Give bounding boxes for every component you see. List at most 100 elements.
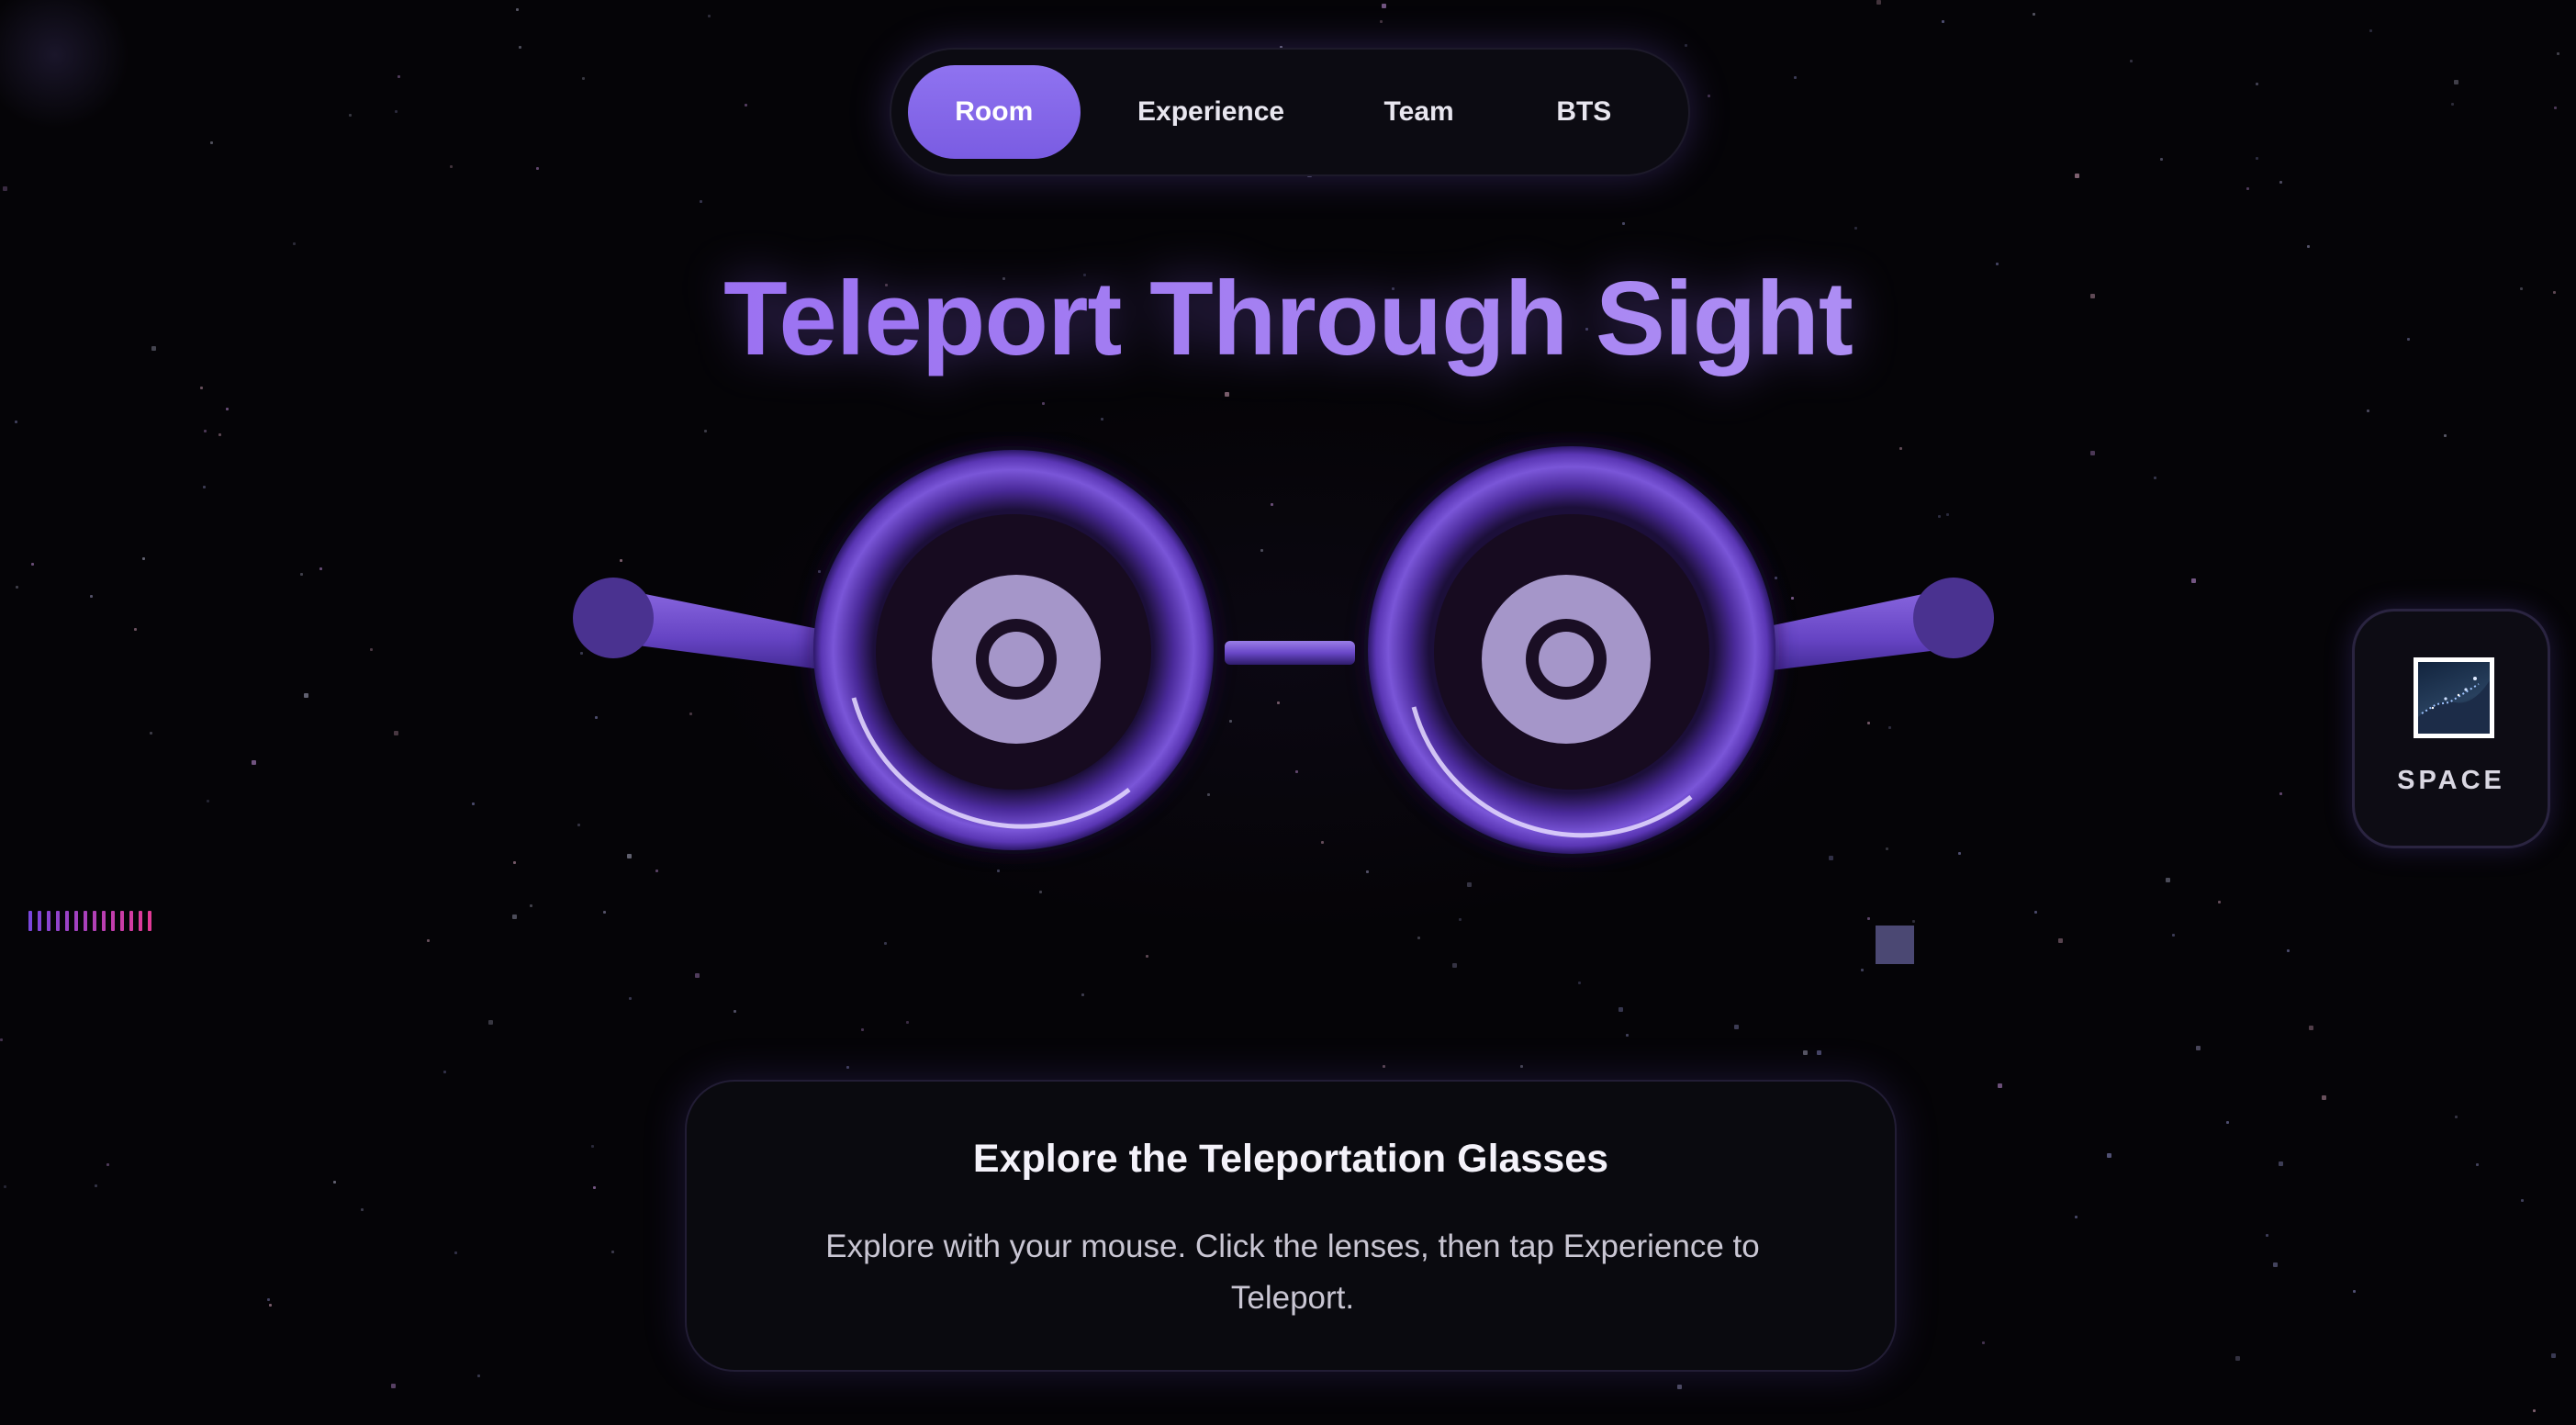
star <box>2107 1153 2111 1158</box>
star <box>2557 52 2559 55</box>
nav-tab-room[interactable]: Room <box>908 65 1081 159</box>
star <box>450 165 453 168</box>
star <box>2033 13 2035 16</box>
star <box>391 1384 396 1388</box>
star <box>395 110 398 113</box>
star <box>2369 29 2372 32</box>
star <box>200 387 203 389</box>
star <box>603 911 606 914</box>
teleportation-glasses <box>573 443 1994 858</box>
star <box>512 914 517 919</box>
star <box>90 595 93 598</box>
star <box>269 1304 272 1307</box>
star <box>4 1185 6 1188</box>
star <box>2160 158 2163 161</box>
equalizer-bar <box>93 911 96 931</box>
nav-tab-team[interactable]: Team <box>1342 65 1496 159</box>
star <box>1854 227 1857 230</box>
star <box>593 1186 596 1189</box>
star <box>361 1208 364 1211</box>
star <box>2521 1199 2524 1202</box>
star <box>2218 901 2221 903</box>
star <box>3 186 7 191</box>
star <box>398 75 400 78</box>
star <box>700 200 702 203</box>
star <box>2266 1234 2268 1237</box>
star <box>1520 1065 1523 1068</box>
space-image-icon <box>2414 657 2494 738</box>
star <box>304 693 308 698</box>
scene-viewport[interactable]: Room Experience Team BTS Teleport Throug… <box>0 0 2576 1425</box>
star <box>2191 578 2196 583</box>
equalizer-bar <box>84 911 87 931</box>
star <box>1867 917 1870 920</box>
star <box>300 573 303 576</box>
star <box>1817 1050 1821 1055</box>
star <box>210 141 213 144</box>
star <box>745 104 747 107</box>
star <box>2476 1163 2479 1166</box>
nav-tab-experience[interactable]: Experience <box>1081 65 1342 159</box>
star <box>2075 1216 2078 1218</box>
star <box>2353 1290 2356 1293</box>
star <box>2367 410 2369 412</box>
star <box>611 1251 614 1253</box>
star <box>1876 0 1881 5</box>
star <box>2154 477 2156 479</box>
star <box>1998 1083 2002 1088</box>
star <box>591 1145 594 1148</box>
star <box>906 1021 909 1024</box>
star <box>106 1163 109 1166</box>
right-lens[interactable] <box>1364 443 1779 858</box>
star <box>2307 245 2310 248</box>
star <box>1708 95 1710 97</box>
star <box>2273 1262 2278 1267</box>
star <box>2196 1046 2201 1050</box>
star <box>1452 963 1457 968</box>
star <box>488 1020 493 1025</box>
star <box>2322 1095 2326 1100</box>
star <box>2279 1161 2283 1166</box>
star <box>150 732 152 735</box>
equalizer-bar <box>102 911 106 931</box>
star <box>1039 891 1042 893</box>
star <box>218 433 221 436</box>
left-lens[interactable] <box>810 446 1217 854</box>
star <box>708 15 711 17</box>
audio-toggle-icon[interactable] <box>28 911 166 931</box>
equalizer-bar <box>38 911 41 931</box>
star <box>2058 938 2063 943</box>
space-environment-button[interactable]: SPACE <box>2352 609 2550 848</box>
equalizer-bar <box>47 911 50 931</box>
star <box>293 242 296 245</box>
star <box>513 861 516 864</box>
star <box>443 1071 446 1073</box>
star <box>1467 882 1472 887</box>
star <box>861 1028 864 1031</box>
star <box>1982 1341 1985 1344</box>
star <box>1618 1007 1623 1012</box>
star <box>1912 920 1915 923</box>
star <box>454 1251 457 1254</box>
star <box>1146 955 1148 958</box>
space-button-label: SPACE <box>2397 766 2505 795</box>
equalizer-bar <box>120 911 124 931</box>
star <box>2226 1121 2229 1124</box>
star <box>2279 181 2282 184</box>
main-nav: Room Experience Team BTS <box>890 48 1690 176</box>
nav-tab-bts[interactable]: BTS <box>1496 65 1672 159</box>
star <box>1042 402 1045 405</box>
star <box>207 800 209 802</box>
star <box>1861 969 1864 971</box>
star <box>1459 918 1462 921</box>
star <box>1225 392 1229 397</box>
star <box>1578 982 1581 984</box>
star <box>695 973 700 978</box>
star <box>2444 434 2447 437</box>
star <box>2166 878 2170 882</box>
star <box>2235 1356 2240 1361</box>
star <box>1794 76 1797 79</box>
star <box>2130 60 2133 62</box>
star <box>1622 222 1625 225</box>
star <box>1685 44 1687 47</box>
